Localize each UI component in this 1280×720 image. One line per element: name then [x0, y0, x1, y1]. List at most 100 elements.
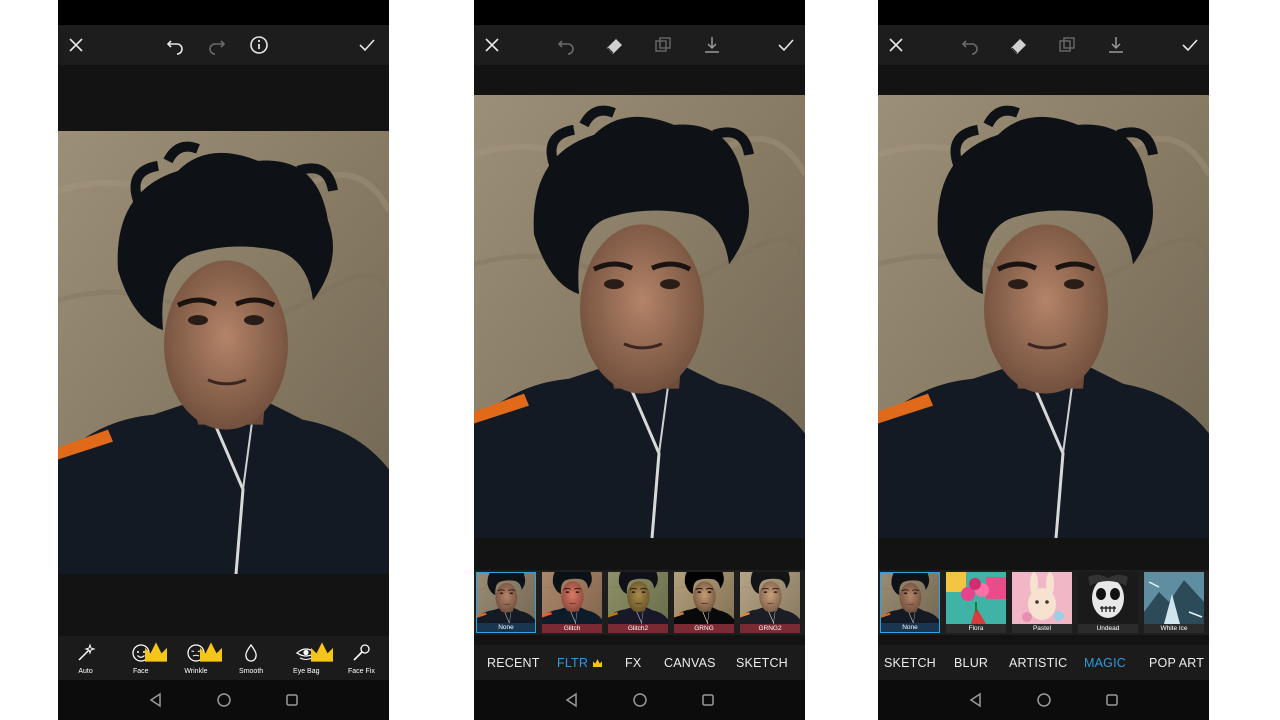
thumbnail-image: [608, 572, 668, 624]
category-fx[interactable]: FX: [625, 656, 641, 670]
category-recent[interactable]: RECENT: [487, 656, 540, 670]
photo-canvas[interactable]: [878, 95, 1209, 538]
tool-auto[interactable]: Auto: [58, 636, 113, 680]
recents-icon[interactable]: [1104, 692, 1120, 708]
redo-icon[interactable]: [205, 33, 229, 57]
compare-icon[interactable]: [651, 33, 675, 57]
thumbnail-image: [740, 572, 800, 624]
effect-thumbnail-white-ice[interactable]: White Ice: [1144, 572, 1204, 633]
apply-check-icon[interactable]: [355, 33, 379, 57]
thumbnail-label: GRNG2: [740, 624, 800, 633]
undo-icon[interactable]: [163, 33, 187, 57]
category-sketch[interactable]: SKETCH: [884, 656, 936, 670]
back-icon[interactable]: [968, 692, 984, 708]
premium-crown-icon: [593, 659, 602, 667]
effect-thumbnail-grng[interactable]: GRNG: [674, 572, 734, 633]
effect-thumbnail-undead[interactable]: Undead: [1078, 572, 1138, 633]
android-nav-bar: [58, 680, 389, 720]
thumbnail-label: Glitch2: [608, 624, 668, 633]
effect-categories-bar: SKETCH BLUR ARTISTIC MAGIC POP ART: [878, 645, 1209, 680]
category-sketch[interactable]: SKETCH: [736, 656, 788, 670]
recents-icon[interactable]: [700, 692, 716, 708]
thumbnail-image: [542, 572, 602, 624]
tool-smooth[interactable]: Smooth: [224, 636, 279, 680]
thumbnail-image: [881, 573, 939, 625]
effect-thumbnail-none[interactable]: None: [880, 572, 940, 633]
effect-thumbnail-pastel[interactable]: Pastel: [1012, 572, 1072, 633]
tool-label: Eye Bag: [293, 668, 320, 675]
phone-screen-filters: None Glitch Glitch2 GRNG GRNG2 RECENT FL…: [474, 0, 805, 720]
recents-icon[interactable]: [284, 692, 300, 708]
thumbnail-label: Flora: [946, 624, 1006, 633]
category-fltr[interactable]: FLTR: [557, 656, 588, 670]
tool-label: Auto: [78, 668, 93, 675]
tool-wrinkle[interactable]: Wrinkle: [168, 636, 223, 680]
category-artistic[interactable]: ARTISTIC: [1009, 656, 1067, 670]
category-blur[interactable]: BLUR: [954, 656, 988, 670]
phone-screen-magic: None Flora Pastel Undead White Ice SKETC…: [878, 0, 1209, 720]
tool-eye-bag[interactable]: Eye Bag: [279, 636, 334, 680]
close-icon[interactable]: [884, 33, 908, 57]
thumbnail-label: Undead: [1078, 624, 1138, 633]
home-icon[interactable]: [632, 692, 648, 708]
thumbnail-label: None: [881, 623, 939, 632]
effect-categories-bar: RECENT FLTR FX CANVAS SKETCH: [474, 645, 805, 680]
close-icon[interactable]: [64, 33, 88, 57]
eraser-icon[interactable]: [1007, 33, 1031, 57]
category-canvas[interactable]: CANVAS: [664, 656, 716, 670]
eraser-icon[interactable]: [603, 33, 627, 57]
brush-icon: [353, 644, 371, 661]
undo-icon[interactable]: [958, 33, 982, 57]
status-bar: [474, 0, 805, 25]
apply-check-icon[interactable]: [1178, 33, 1202, 57]
premium-crown-icon: [200, 642, 223, 662]
undo-icon[interactable]: [554, 33, 578, 57]
tool-face-fix[interactable]: Face Fix: [334, 636, 389, 680]
tool-label: Wrinkle: [184, 668, 208, 675]
magic-wand-icon: [78, 643, 96, 661]
category-pop-art[interactable]: POP ART: [1149, 656, 1204, 670]
photo-canvas[interactable]: [58, 131, 389, 574]
info-icon[interactable]: [247, 33, 271, 57]
thumbnail-label: White Ice: [1144, 624, 1204, 633]
premium-crown-icon: [145, 642, 168, 662]
android-nav-bar: [474, 680, 805, 720]
top-toolbar: [58, 25, 389, 65]
back-icon[interactable]: [564, 692, 580, 708]
android-nav-bar: [878, 680, 1209, 720]
thumbnail-label: None: [477, 623, 535, 632]
back-icon[interactable]: [148, 692, 164, 708]
tool-label: Face: [132, 668, 149, 675]
tool-label: Smooth: [239, 668, 264, 675]
home-icon[interactable]: [1036, 692, 1052, 708]
tool-label: Face Fix: [348, 668, 375, 675]
thumbnail-image: [674, 572, 734, 624]
tool-face[interactable]: Face: [113, 636, 168, 680]
retouch-tools-bar: Auto Face Wrinkle Smooth Eye Bag Face Fi…: [58, 636, 389, 680]
thumbnail-label: Glitch: [542, 624, 602, 633]
effect-thumbnail-grng2[interactable]: GRNG2: [740, 572, 800, 633]
undead-artwork-image: [1078, 572, 1138, 624]
top-toolbar: [474, 25, 805, 65]
effect-thumbnail-flora[interactable]: Flora: [946, 572, 1006, 633]
home-icon[interactable]: [216, 692, 232, 708]
pastel-artwork-image: [1012, 572, 1072, 624]
apply-check-icon[interactable]: [774, 33, 798, 57]
effect-thumbnail-glitch[interactable]: Glitch: [542, 572, 602, 633]
photo-canvas[interactable]: [474, 95, 805, 538]
compare-icon[interactable]: [1055, 33, 1079, 57]
effect-thumbnail-glitch2[interactable]: Glitch2: [608, 572, 668, 633]
close-icon[interactable]: [480, 33, 504, 57]
category-magic[interactable]: MAGIC: [1084, 656, 1126, 670]
effect-thumbnail-none[interactable]: None: [476, 572, 536, 633]
thumbnail-label: GRNG: [674, 624, 734, 633]
download-icon[interactable]: [1104, 33, 1128, 57]
flora-artwork-image: [946, 572, 1006, 624]
effect-thumbnails-strip: None Flora Pastel Undead White Ice: [878, 570, 1209, 635]
status-bar: [58, 0, 389, 25]
download-icon[interactable]: [700, 33, 724, 57]
status-bar: [878, 0, 1209, 25]
top-toolbar: [878, 25, 1209, 65]
premium-crown-icon: [310, 642, 333, 662]
thumbnail-image: [477, 573, 535, 625]
